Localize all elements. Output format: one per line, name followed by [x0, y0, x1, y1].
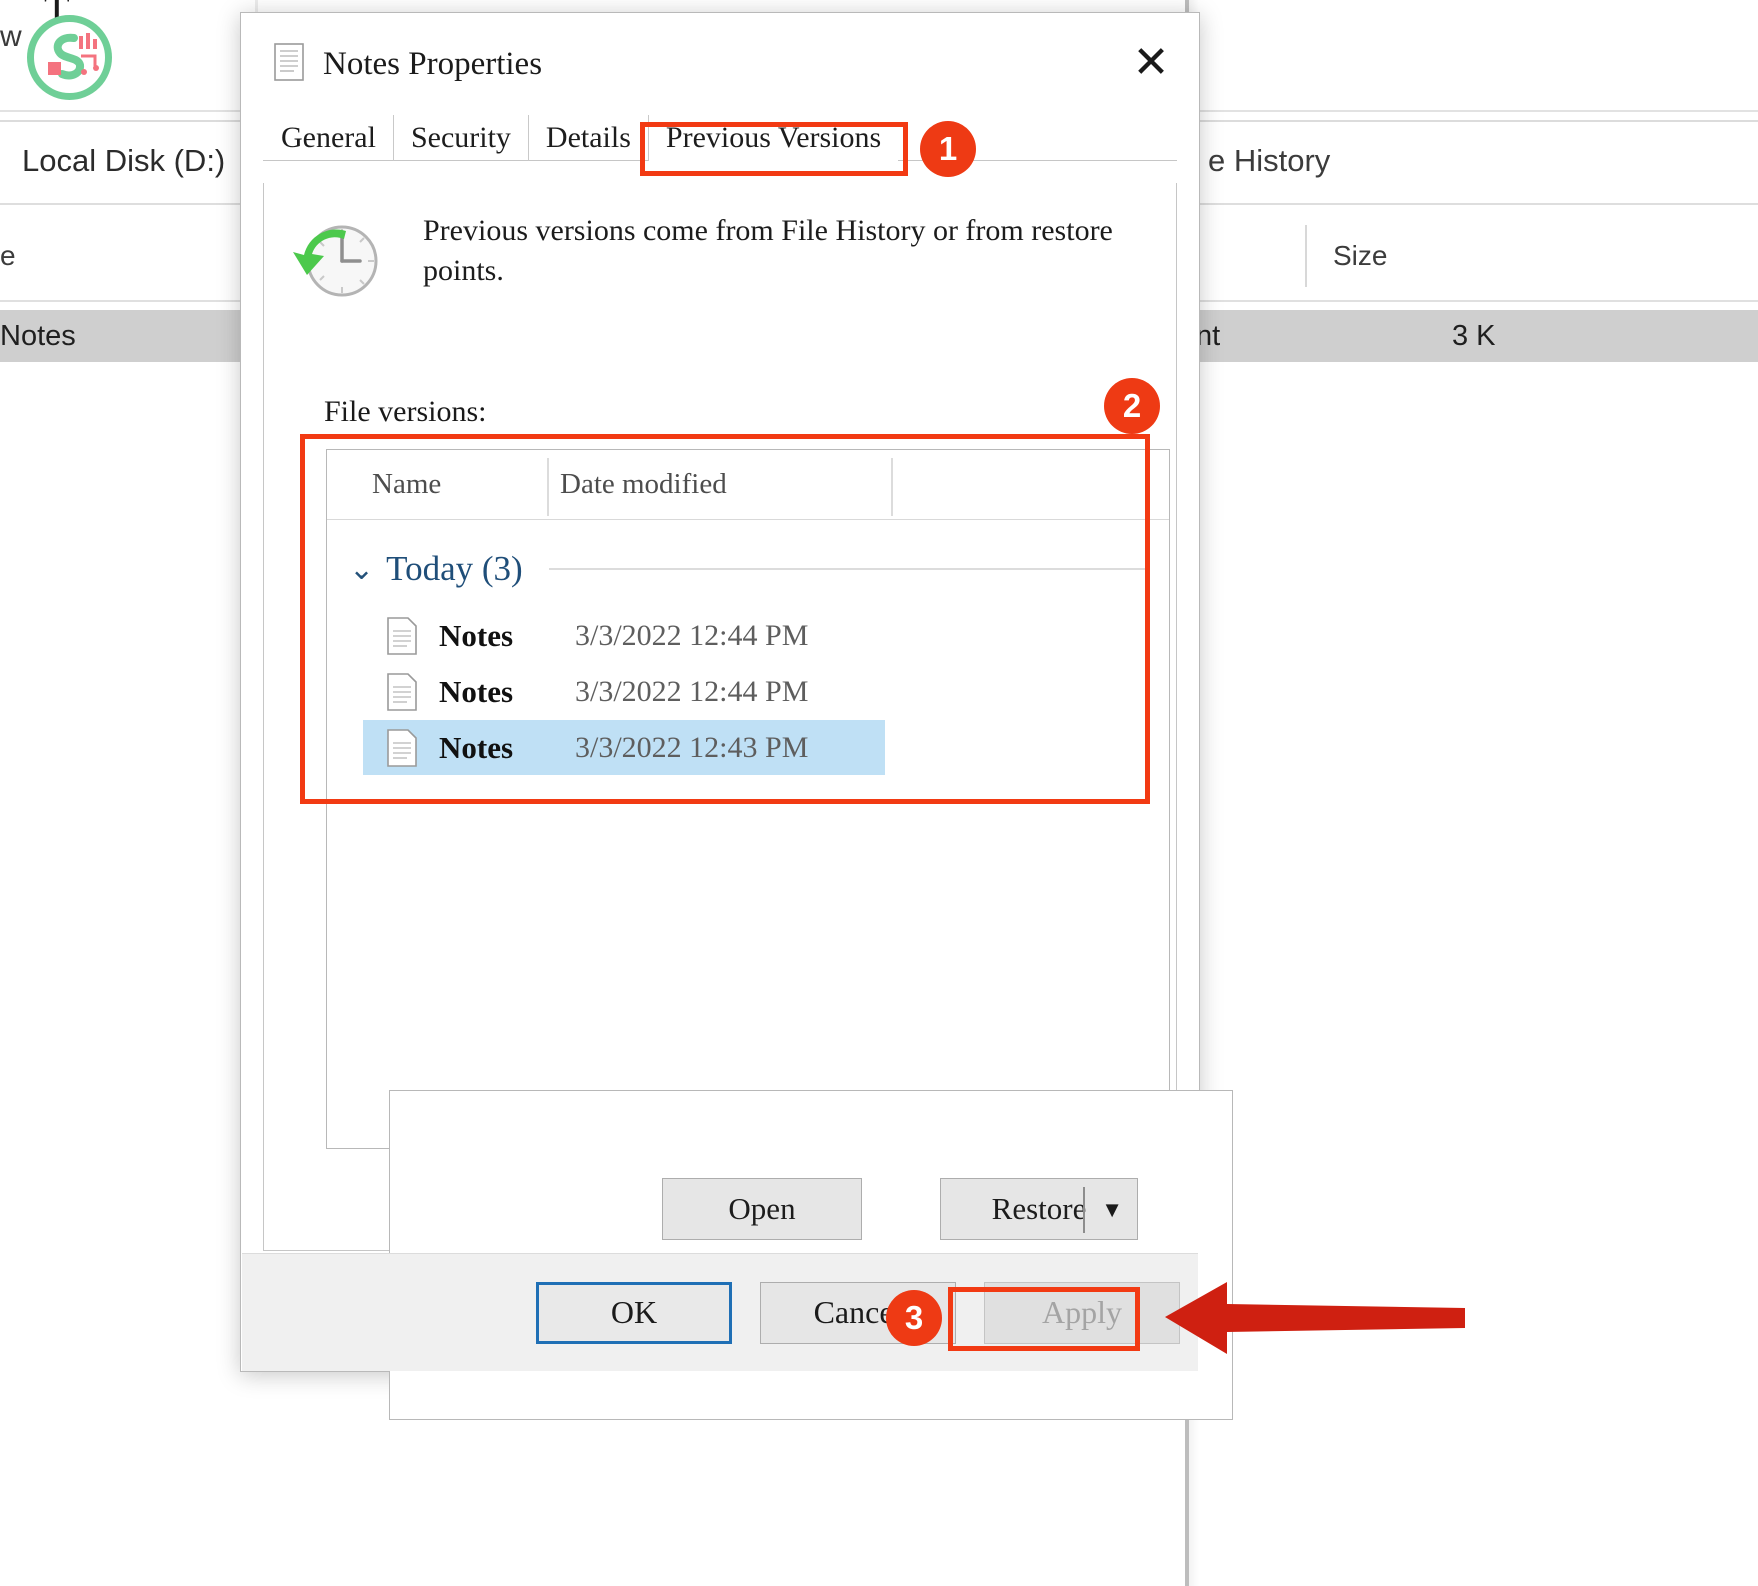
logo-glyph-icon	[34, 22, 105, 93]
file-versions-label: File versions:	[324, 395, 487, 429]
notes-properties-dialog: Notes Properties ✕ General Security Deta…	[240, 12, 1200, 1372]
info-text: Previous versions come from File History…	[423, 211, 1146, 309]
list-column-sep-1	[547, 458, 549, 516]
group-divider	[549, 568, 1149, 570]
close-icon[interactable]: ✕	[1119, 31, 1183, 93]
table-row[interactable]: Notes 3/3/2022 12:44 PM	[363, 608, 885, 663]
tab-security[interactable]: Security	[394, 115, 529, 161]
file-versions-list[interactable]: Name Date modified ⌄ Today (3)	[326, 449, 1170, 1149]
version-name: Notes	[439, 674, 569, 710]
column-header-name[interactable]: e	[0, 240, 16, 272]
background-file-size: 3 K	[1452, 320, 1496, 353]
previous-versions-panel: Previous versions come from File History…	[263, 183, 1177, 1251]
breadcrumb[interactable]: Local Disk (D:)	[22, 143, 225, 179]
annotation-badge-1: 1	[920, 121, 976, 177]
info-banner: Previous versions come from File History…	[284, 211, 1146, 309]
list-column-name[interactable]: Name	[372, 468, 441, 501]
background-tab-fragment: w	[0, 20, 22, 54]
list-column-date-modified[interactable]: Date modified	[560, 468, 727, 501]
table-row[interactable]: Notes 3/3/2022 12:44 PM	[363, 664, 885, 719]
group-label: Today (3)	[386, 549, 523, 589]
column-header-size[interactable]: Size	[1333, 240, 1387, 272]
restore-split-divider	[1083, 1187, 1085, 1233]
list-column-sep-2	[891, 458, 893, 516]
document-icon	[274, 43, 304, 81]
list-header: Name Date modified	[327, 450, 1169, 520]
tab-strip: General Security Details Previous Versio…	[263, 113, 1177, 161]
file-history-label: e History	[1208, 143, 1330, 179]
chevron-down-icon: ⌄	[349, 552, 374, 587]
version-name: Notes	[439, 618, 569, 654]
tab-details[interactable]: Details	[529, 115, 649, 161]
dialog-title: Notes Properties	[323, 46, 542, 83]
screenshot-root: w Local Disk (D:) e History e Size Notes…	[0, 0, 1758, 1586]
version-date: 3/3/2022 12:43 PM	[575, 731, 808, 765]
tab-general[interactable]: General	[263, 115, 394, 161]
version-actions: Open Restore ▼	[662, 1178, 1138, 1240]
ok-button[interactable]: OK	[536, 1282, 732, 1344]
annotation-badge-2: 2	[1104, 378, 1160, 434]
apply-button: Apply	[984, 1282, 1180, 1344]
restore-button[interactable]: Restore ▼	[940, 1178, 1138, 1240]
document-icon	[387, 673, 417, 711]
list-group-today[interactable]: ⌄ Today (3)	[327, 540, 1171, 598]
clock-restore-icon	[284, 211, 384, 309]
annotation-badge-3: 3	[886, 1290, 942, 1346]
dialog-titlebar: Notes Properties ✕	[241, 13, 1199, 113]
document-icon	[387, 617, 417, 655]
tab-previous-versions[interactable]: Previous Versions	[649, 115, 898, 161]
left-arrow-pointer-icon	[1165, 1272, 1465, 1372]
version-date: 3/3/2022 12:44 PM	[575, 619, 808, 653]
table-row-selected[interactable]: Notes 3/3/2022 12:43 PM	[363, 720, 885, 775]
site-logo	[27, 15, 112, 100]
background-file-name: Notes	[0, 320, 76, 353]
version-date: 3/3/2022 12:44 PM	[575, 675, 808, 709]
version-name: Notes	[439, 730, 569, 766]
document-icon	[387, 729, 417, 767]
open-button[interactable]: Open	[662, 1178, 862, 1240]
column-divider	[1305, 225, 1307, 287]
chevron-down-icon[interactable]: ▼	[1101, 1197, 1123, 1223]
restore-label: Restore	[992, 1191, 1087, 1227]
dialog-footer: OK Cancel Apply	[242, 1253, 1198, 1371]
